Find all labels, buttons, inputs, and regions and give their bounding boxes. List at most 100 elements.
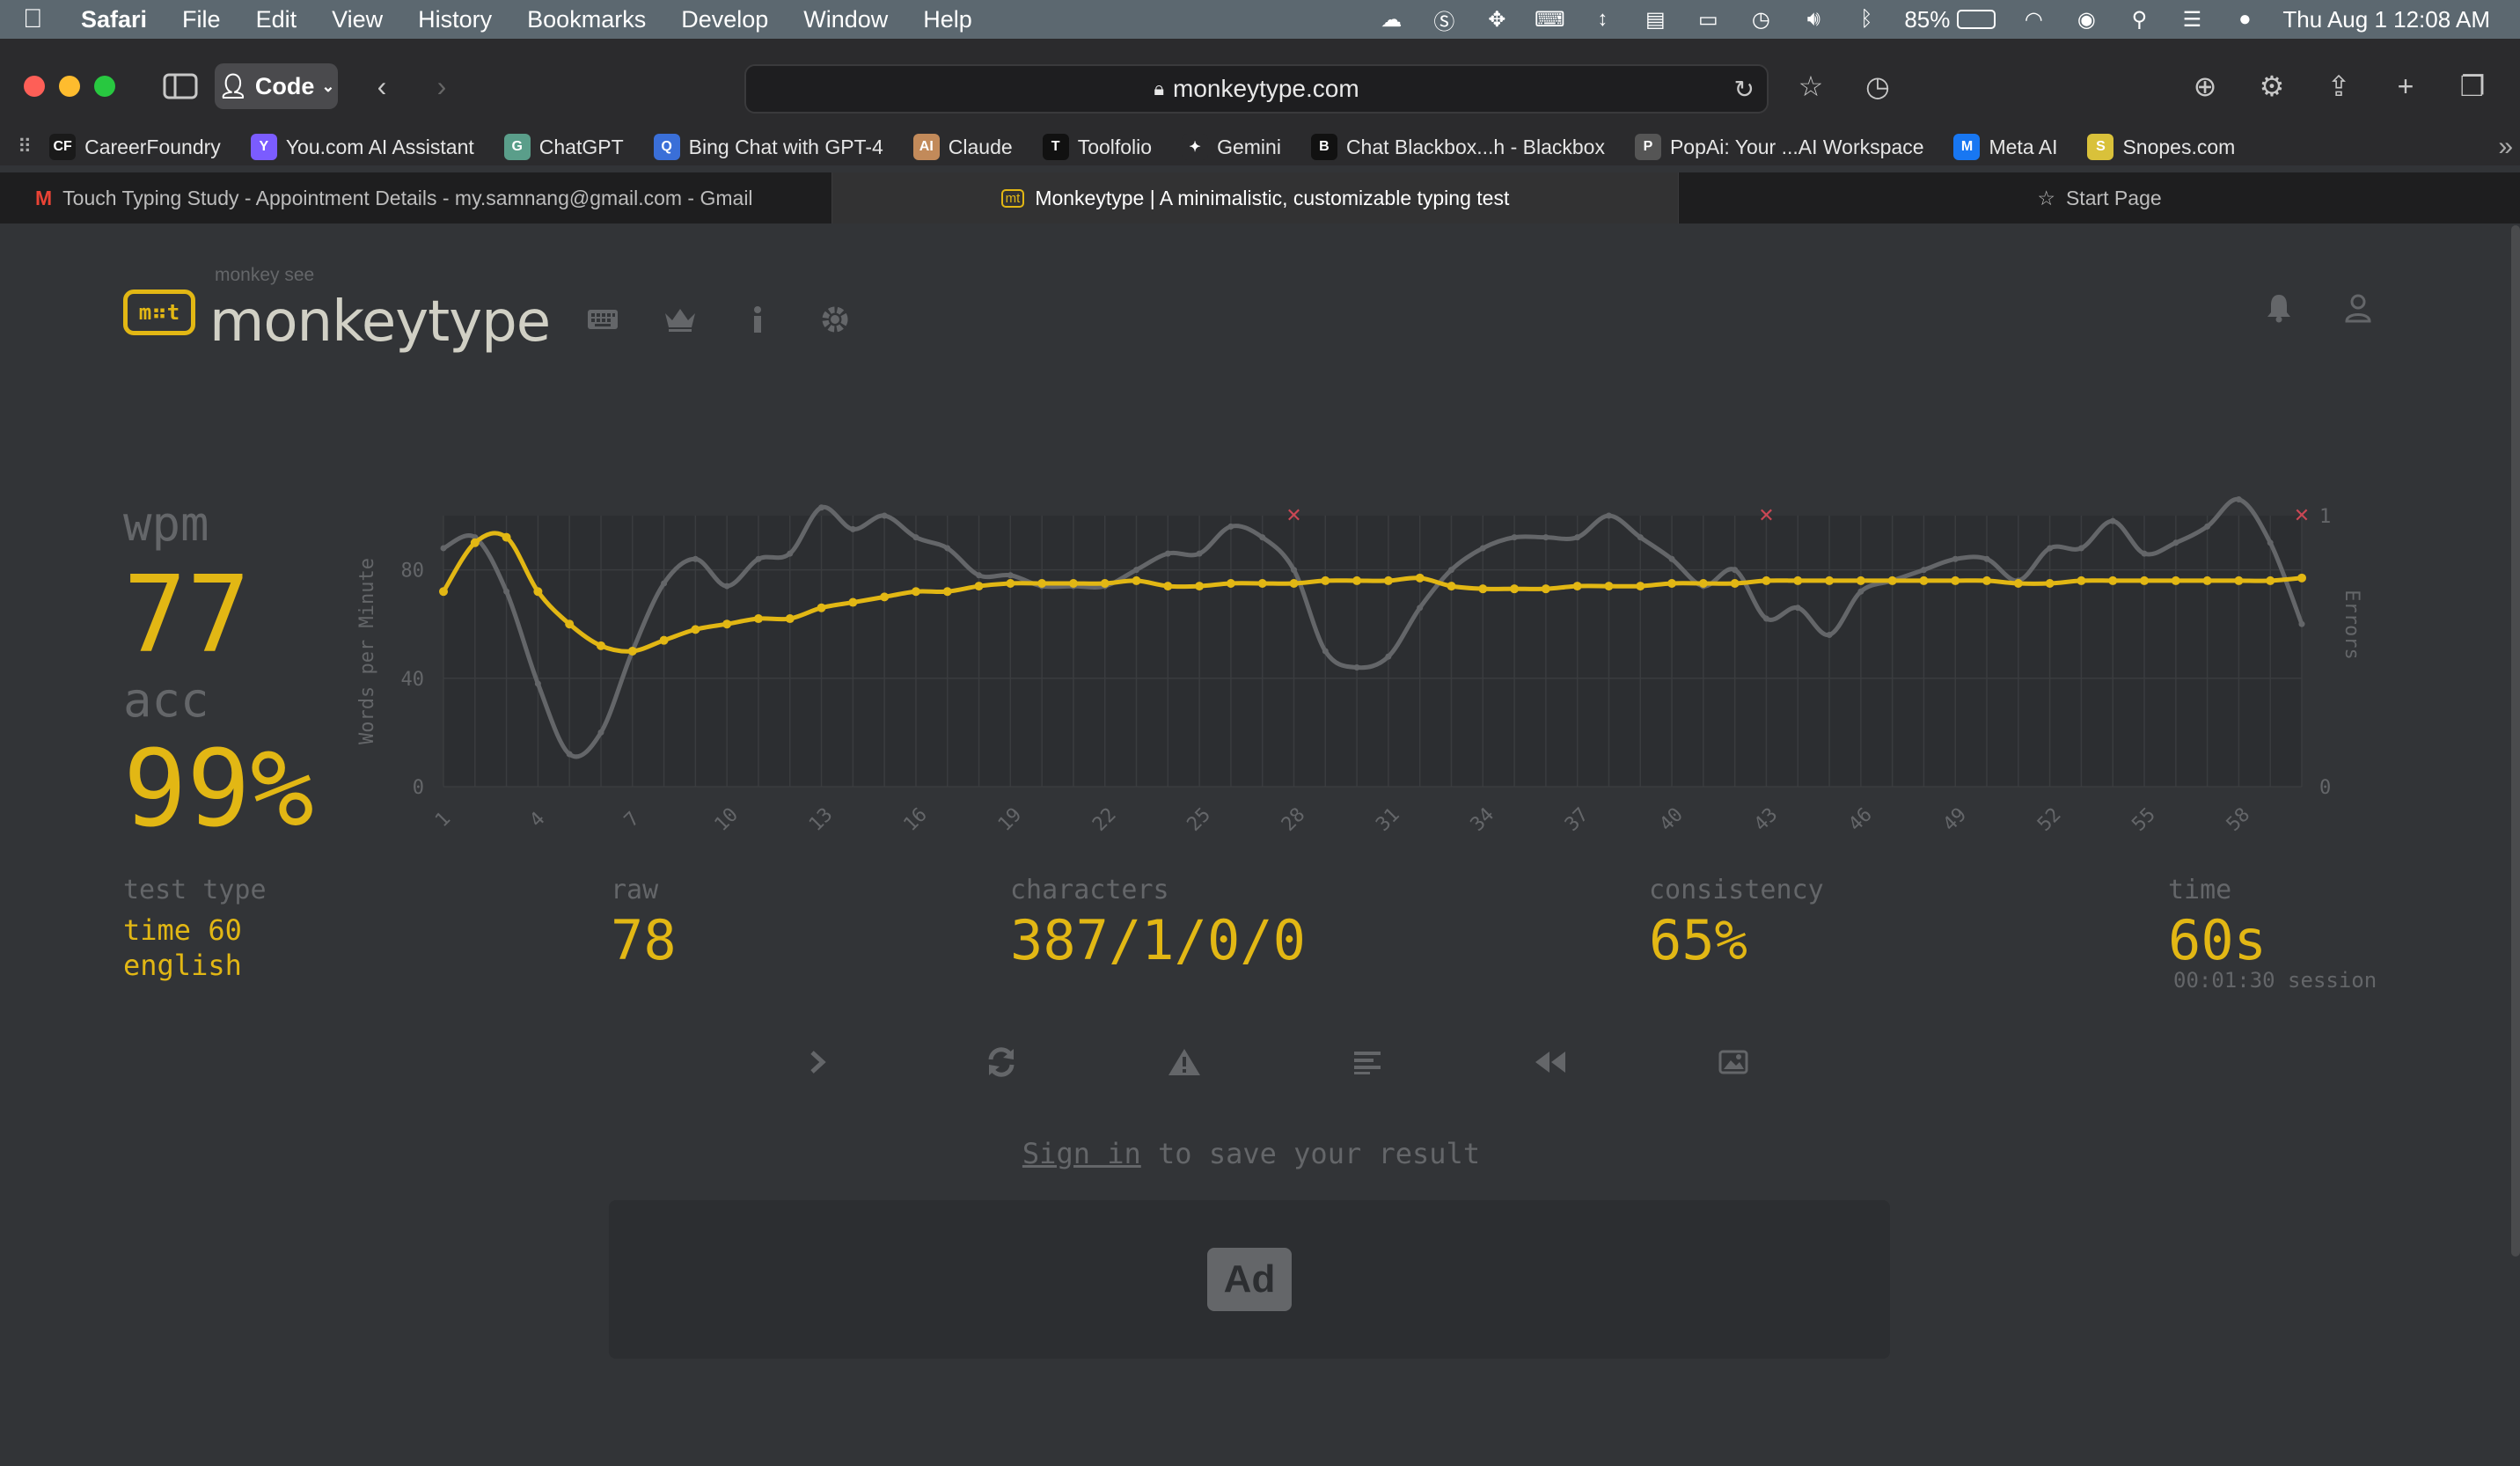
new-tab-icon[interactable]: + [2386,65,2425,107]
time-machine-icon[interactable]: ◷ [1746,7,1776,32]
share-icon[interactable]: ⇪ [2319,65,2358,107]
bookmark-item[interactable]: S Snopes.com [2087,134,2235,160]
menu-app-name[interactable]: Safari [81,6,147,33]
keyboard-status-icon[interactable]: ⌨ [1535,7,1565,32]
screenshot-image-icon[interactable] [1707,1038,1760,1086]
clock[interactable]: Thu Aug 1 12:08 AM [2282,6,2490,33]
profile-button[interactable]: 👤︎ Code ⌄ [215,63,338,109]
next-test-button[interactable] [792,1038,845,1086]
account-user-icon[interactable] [2341,290,2376,326]
words-history-icon[interactable] [1341,1038,1394,1086]
accuracy-value[interactable]: 99% [123,737,314,843]
bookmark-item[interactable]: CF CareerFoundry [49,134,221,160]
control-center-icon[interactable]: ☰ [2177,7,2207,32]
bookmark-item[interactable]: M Meta AI [1953,134,2057,160]
info-icon[interactable] [740,302,775,337]
wpm-data-point [2297,573,2306,583]
notification-bell-icon[interactable] [2261,290,2297,326]
restart-test-button[interactable] [975,1038,1028,1086]
menu-help[interactable]: Help [923,6,972,33]
bookmark-item[interactable]: AI Claude [912,134,1013,160]
tab-start-page[interactable]: ☆ Start Page [1679,172,2520,224]
cursor-icon[interactable]: ✥ [1482,7,1512,32]
wpm-data-point [785,614,795,624]
x-tick-label: 13 [805,803,837,835]
time-value[interactable]: 60s [2168,913,2267,968]
consistency-value[interactable]: 65% [1649,913,1747,968]
bookmark-star-icon[interactable]: ☆ [1791,65,1830,107]
x-tick-label: 43 [1750,803,1782,835]
forward-icon[interactable]: › [424,65,459,107]
menu-develop[interactable]: Develop [681,6,768,33]
lock-icon: 🔒︎ [1154,77,1165,99]
wpm-data-point [1415,573,1425,583]
x-tick-label: 22 [1088,803,1120,835]
arrows-icon[interactable]: ↕ [1587,7,1617,32]
downloads-icon[interactable]: ⊕ [2186,65,2224,107]
leaderboard-crown-icon[interactable] [663,302,698,337]
siri-icon[interactable]: ● [2230,7,2260,32]
spotlight-icon[interactable]: ⚲ [2124,7,2154,32]
bookmark-item[interactable]: Y You.com AI Assistant [250,134,474,160]
history-clock-icon[interactable]: ◷ [1858,65,1897,107]
bookmarks-overflow-icon[interactable]: » [2498,132,2513,162]
apps-grid-icon[interactable]: ⠿ [18,136,32,158]
wpm-data-point [1195,582,1205,591]
gmail-icon: M [35,186,53,209]
raw-value[interactable]: 78 [611,913,677,968]
user-switch-icon[interactable]: ◉ [2071,7,2101,32]
page-scrollbar[interactable] [2511,225,2520,1257]
raw-data-point [1762,615,1769,622]
menu-file[interactable]: File [182,6,221,33]
cloud-icon[interactable]: ☁ [1376,7,1406,32]
bookmark-item[interactable]: ✦ Gemini [1182,134,1281,160]
tab-overview-icon[interactable]: ❐ [2453,65,2492,107]
reload-icon[interactable]: ↻ [1734,75,1754,104]
wpm-chart[interactable]: 04080011 4 7 10 13 16 19 22 25 28 31 34 37 40 43 46 49 52… [352,493,2376,862]
test-type-language[interactable]: english [123,949,242,982]
test-type-mode[interactable]: time 60 [123,913,242,947]
menu-window[interactable]: Window [803,6,888,33]
minimize-window-button[interactable] [59,76,80,97]
bookmark-item[interactable]: Q Bing Chat with GPT-4 [653,134,883,160]
wpm-data-point [1856,575,1865,585]
wpm-value[interactable]: 77 [123,563,251,669]
bookmark-favicon-icon: Y [250,134,277,160]
menu-history[interactable]: History [418,6,492,33]
display-icon[interactable]: ▭ [1693,7,1723,32]
warning-icon[interactable] [1158,1038,1211,1086]
sidebar-toggle-icon[interactable] [160,65,201,107]
pdf-icon[interactable]: ▤ [1640,7,1670,32]
sign-in-link[interactable]: Sign in [1022,1137,1141,1170]
close-window-button[interactable] [24,76,45,97]
back-icon[interactable]: ‹ [364,65,399,107]
menu-bookmarks[interactable]: Bookmarks [527,6,646,33]
apple-icon[interactable]:  [23,4,62,34]
bookmark-item[interactable]: T Toolfolio [1042,134,1152,160]
zoom-window-button[interactable] [94,76,115,97]
skype-icon[interactable]: Ⓢ [1429,7,1459,34]
bookmark-item[interactable]: G ChatGPT [503,134,624,160]
wifi-icon[interactable]: ◠ [2018,7,2048,32]
battery-indicator[interactable]: 85% [1904,6,1996,33]
settings-icon[interactable] [817,302,853,337]
bookmark-item[interactable]: P PopAi: Your ...AI Workspace [1634,134,1923,160]
raw-data-point [1479,545,1486,552]
address-bar[interactable]: 🔒︎ monkeytype.com ↻ [744,64,1769,114]
brand[interactable]: monkey see monkeytype [209,265,551,355]
monkeytype-logo-icon[interactable]: m⠶t [123,290,195,335]
settings-gear-icon[interactable]: ⚙ [2253,65,2291,107]
menu-edit[interactable]: Edit [256,6,297,33]
bluetooth-icon[interactable]: ᛒ [1851,7,1881,32]
tab-gmail[interactable]: M Touch Typing Study - Appointment Detai… [0,172,832,224]
menu-view[interactable]: View [332,6,383,33]
replay-rewind-icon[interactable] [1524,1038,1577,1086]
raw-data-point [849,525,856,532]
keyboard-icon[interactable] [585,302,620,337]
volume-icon[interactable]: 🔊︎ [1798,7,1828,32]
star-icon: ☆ [2037,186,2055,209]
wpm-data-point [2234,575,2244,585]
tab-monkeytype[interactable]: mt Monkeytype | A minimalistic, customiz… [832,172,1679,224]
characters-value[interactable]: 387/1/0/0 [1010,913,1306,968]
bookmark-item[interactable]: B Chat Blackbox...h - Blackbox [1310,134,1605,160]
